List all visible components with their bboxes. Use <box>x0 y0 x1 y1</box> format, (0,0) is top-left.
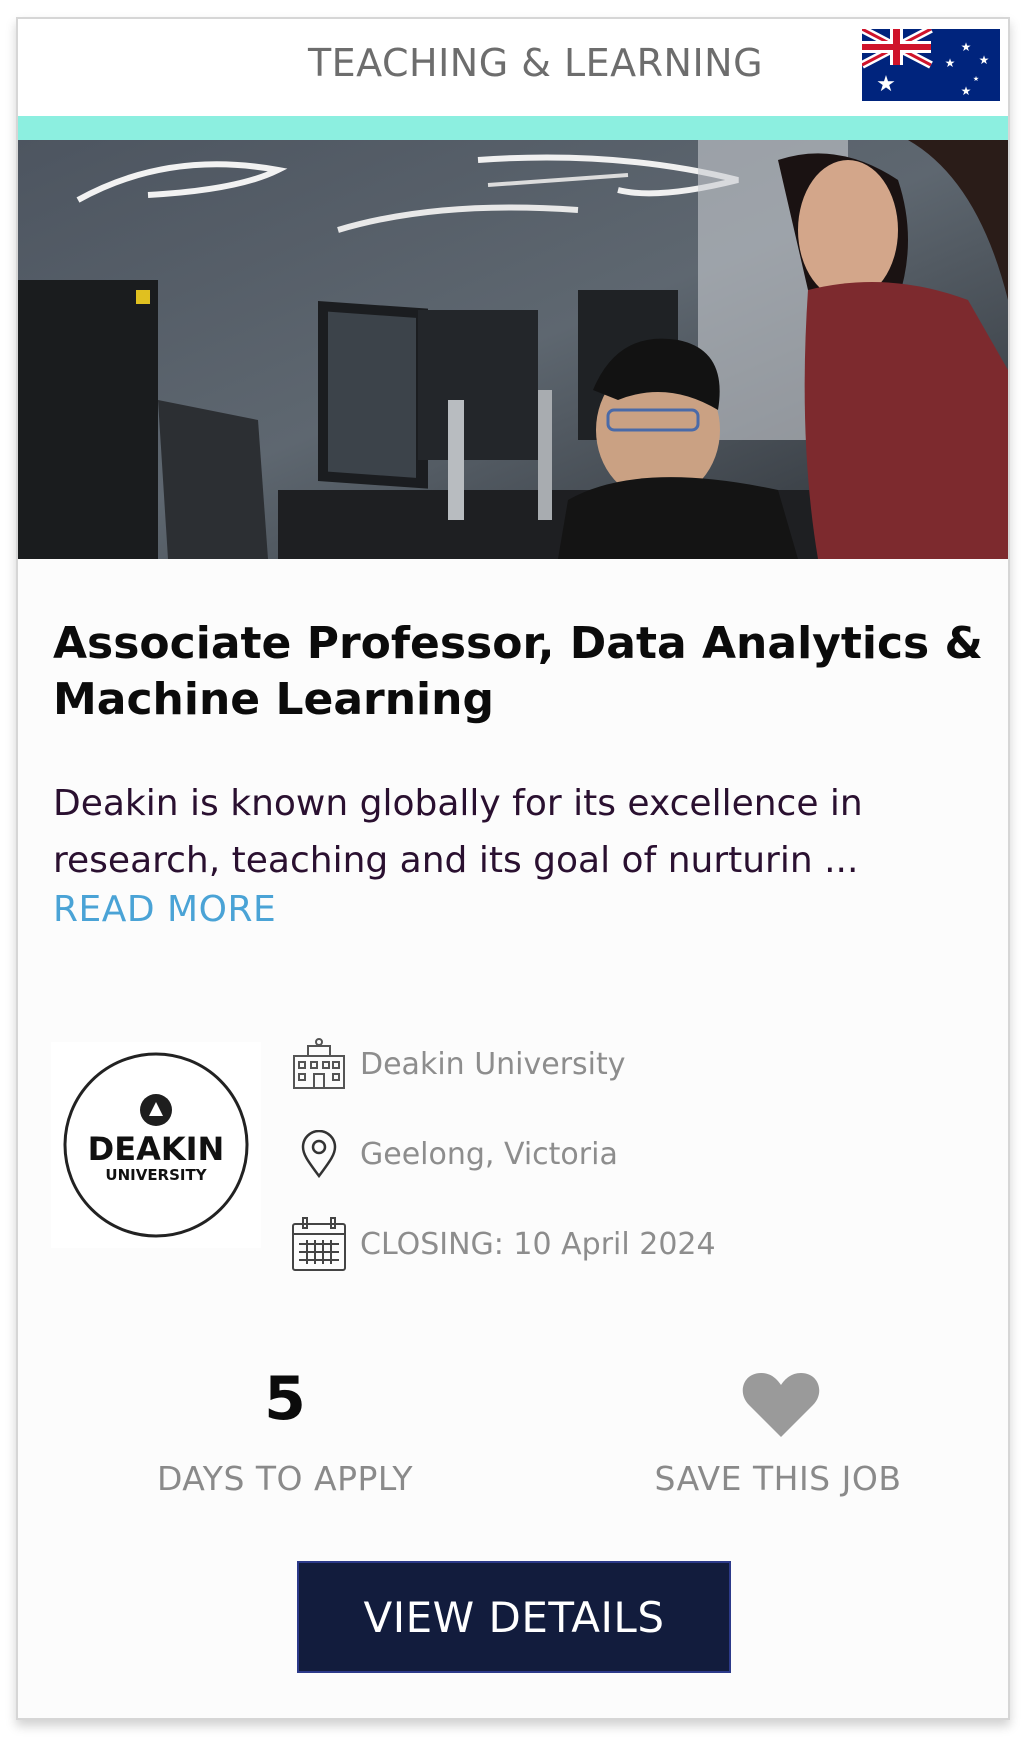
svg-text:★: ★ <box>945 56 956 70</box>
logo-line1: DEAKIN <box>88 1130 225 1168</box>
employer-row: Deakin University <box>288 1036 626 1092</box>
save-job-button[interactable]: SAVE THIS JOB <box>633 1359 923 1509</box>
svg-text:★: ★ <box>973 75 979 83</box>
map-pin-icon <box>288 1126 350 1182</box>
days-to-apply-count: 5 <box>264 1364 306 1434</box>
read-more-link[interactable]: READ MORE <box>53 889 276 930</box>
save-job-label: SAVE THIS JOB <box>654 1459 902 1498</box>
accent-strip <box>18 116 1008 140</box>
closing-date: CLOSING: 10 April 2024 <box>360 1226 716 1262</box>
job-location: Geelong, Victoria <box>360 1136 618 1172</box>
closing-row: CLOSING: 10 April 2024 <box>288 1216 716 1272</box>
svg-text:★: ★ <box>876 72 896 97</box>
calendar-icon <box>288 1216 350 1272</box>
job-title[interactable]: Associate Professor, Data Analytics & Ma… <box>53 616 983 728</box>
job-card: TEACHING & LEARNING ★ ★ ★ ★ ★ ★ Associat… <box>16 17 1010 1720</box>
employer-logo[interactable]: DEAKIN UNIVERSITY <box>51 1042 261 1248</box>
job-description: Deakin is known globally for its excelle… <box>53 783 863 881</box>
heart-icon <box>742 1373 820 1437</box>
view-details-button[interactable]: VIEW DETAILS <box>297 1561 731 1673</box>
location-row: Geelong, Victoria <box>288 1126 618 1182</box>
svg-text:★: ★ <box>961 40 972 54</box>
logo-line2: UNIVERSITY <box>105 1166 207 1184</box>
svg-text:★: ★ <box>961 84 972 98</box>
svg-text:★: ★ <box>979 53 990 67</box>
deakin-logo-icon: DEAKIN UNIVERSITY <box>63 1052 249 1238</box>
hero-image <box>18 140 1008 559</box>
office-photo <box>18 140 1008 559</box>
card-header: TEACHING & LEARNING ★ ★ ★ ★ ★ ★ <box>18 19 1008 116</box>
building-icon <box>288 1036 350 1092</box>
employer-name[interactable]: Deakin University <box>360 1047 626 1082</box>
australia-flag-icon: ★ ★ ★ ★ ★ ★ <box>862 29 1000 101</box>
days-to-apply-label: DAYS TO APPLY <box>156 1459 414 1498</box>
